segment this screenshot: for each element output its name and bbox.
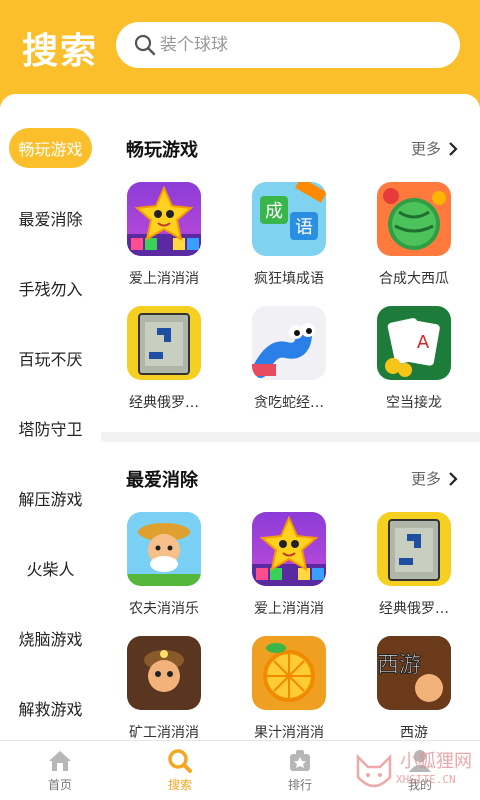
rank-icon: [290, 750, 310, 771]
search-input[interactable]: [160, 22, 440, 68]
svg-text:成: 成: [265, 201, 283, 222]
game-name: 果汁消消消: [254, 725, 324, 740]
sidebar-item-label: 塔防守卫: [18, 420, 83, 439]
tab-rank[interactable]: 排行: [240, 741, 360, 800]
tetris-icon: [377, 512, 451, 586]
fox-logo-icon: [356, 753, 392, 788]
game-item[interactable]: 西游 西游: [359, 636, 469, 740]
tab-label: 搜索: [167, 778, 192, 792]
sidebar-item-jiejiu[interactable]: 解救游戏: [0, 688, 101, 728]
card-icon: A: [377, 306, 451, 380]
sidebar-item-label: 最爱消除: [18, 210, 83, 229]
farmer-icon: [127, 512, 201, 586]
section-title: 畅玩游戏: [126, 140, 198, 161]
tab-label: 首页: [47, 778, 72, 792]
sidebar-item-jieya[interactable]: 解压游戏: [0, 478, 101, 518]
watermark-text: 小狐狸网: [400, 751, 472, 772]
sidebar-item-label: 解救游戏: [18, 700, 83, 719]
sidebar-item-changwan[interactable]: 畅玩游戏: [0, 128, 101, 168]
game-name: 爱上消消消: [129, 271, 199, 287]
game-name: 疯狂填成语: [254, 271, 324, 287]
main-panel: 畅玩游戏 最爱消除 手残勿入 百玩不厌 塔防守卫 解压游戏 火柴人 烧脑游戏 解…: [0, 94, 480, 800]
search-icon: [168, 749, 192, 773]
game-name: 爱上消消消: [254, 601, 324, 617]
sidebar-item-xiaochu[interactable]: 最爱消除: [0, 198, 101, 238]
tab-search[interactable]: 搜索: [120, 741, 240, 800]
sidebar-item-shaonao[interactable]: 烧脑游戏: [0, 618, 101, 658]
section-title: 最爱消除: [126, 470, 198, 491]
watermark-sub: XHSITE.CN: [396, 773, 456, 786]
search-icon: [134, 34, 156, 56]
game-item[interactable]: 经典俄罗…: [109, 306, 219, 412]
game-name: 农夫消消乐: [129, 601, 199, 617]
game-list: 畅玩游戏 更多 爱上消消消 成语 疯狂填成语 合成大西瓜 经典俄罗… 贪吃蛇经……: [101, 94, 480, 740]
more-link[interactable]: 更多: [411, 138, 458, 159]
game-item[interactable]: 矿工消消消: [109, 636, 219, 740]
game-name: 西游: [400, 725, 428, 740]
sidebar-item-label: 烧脑游戏: [18, 630, 83, 649]
game-item[interactable]: 爱上消消消: [109, 182, 219, 288]
sidebar-item-label: 百玩不厌: [18, 350, 83, 369]
watermark: 小狐狸网 XHSITE.CN: [350, 745, 480, 800]
sidebar-item-label: 手残勿入: [18, 280, 83, 299]
game-name: 经典俄罗…: [379, 601, 449, 617]
game-item[interactable]: 爱上消消消: [234, 512, 344, 618]
miner-icon: [127, 636, 201, 710]
home-icon: [49, 751, 71, 771]
sidebar-item-baiwan[interactable]: 百玩不厌: [0, 338, 101, 378]
chevron-right-icon: [449, 471, 458, 486]
game-item[interactable]: 成语 疯狂填成语: [234, 182, 344, 288]
sidebar-item-label: 解压游戏: [18, 490, 83, 509]
game-item[interactable]: 贪吃蛇经…: [234, 306, 344, 412]
more-label: 更多: [410, 140, 441, 158]
more-link[interactable]: 更多: [411, 468, 458, 489]
search-box[interactable]: [116, 22, 460, 68]
game-item[interactable]: 经典俄罗…: [359, 512, 469, 618]
svg-text:A: A: [417, 332, 430, 353]
tab-home[interactable]: 首页: [0, 741, 120, 800]
category-sidebar: 畅玩游戏 最爱消除 手残勿入 百玩不厌 塔防守卫 解压游戏 火柴人 烧脑游戏 解…: [0, 94, 101, 740]
game-item[interactable]: 果汁消消消: [234, 636, 344, 740]
game-name: 贪吃蛇经…: [254, 395, 324, 411]
xiyou-icon: 西游: [377, 636, 451, 710]
more-label: 更多: [410, 470, 441, 488]
chevron-right-icon: [449, 141, 458, 156]
snake-icon: [252, 306, 326, 380]
star-puzzle-icon: [252, 512, 326, 586]
game-item[interactable]: 农夫消消乐: [109, 512, 219, 618]
sidebar-item-label: 火柴人: [26, 560, 75, 579]
page-title: 搜索: [22, 31, 99, 72]
game-name: 经典俄罗…: [129, 395, 199, 411]
game-name: 矿工消消消: [129, 725, 199, 740]
game-item[interactable]: A 空当接龙: [359, 306, 469, 412]
sidebar-item-huochairen[interactable]: 火柴人: [0, 548, 101, 588]
svg-text:西游: 西游: [377, 653, 421, 678]
section-xiaochu: 最爱消除 更多 农夫消消乐 爱上消消消 经典俄罗… 矿工消消消 果汁消消消 西游…: [101, 442, 480, 740]
header: 搜索: [0, 0, 480, 94]
tab-label: 排行: [287, 778, 312, 792]
sidebar-item-tafang[interactable]: 塔防守卫: [0, 408, 101, 448]
watermelon-icon: [377, 182, 451, 256]
tetris-icon: [127, 306, 201, 380]
star-puzzle-icon: [127, 182, 201, 256]
section-changwan: 畅玩游戏 更多 爱上消消消 成语 疯狂填成语 合成大西瓜 经典俄罗… 贪吃蛇经……: [101, 94, 480, 432]
sidebar-item-shoucan[interactable]: 手残勿入: [0, 268, 101, 308]
game-item[interactable]: 合成大西瓜: [359, 182, 469, 288]
idiom-icon: 成语: [252, 182, 326, 256]
game-name: 合成大西瓜: [379, 271, 449, 287]
game-name: 空当接龙: [386, 395, 442, 411]
sidebar-item-label: 畅玩游戏: [9, 128, 92, 168]
svg-text:语: 语: [295, 217, 313, 238]
orange-icon: [252, 636, 326, 710]
